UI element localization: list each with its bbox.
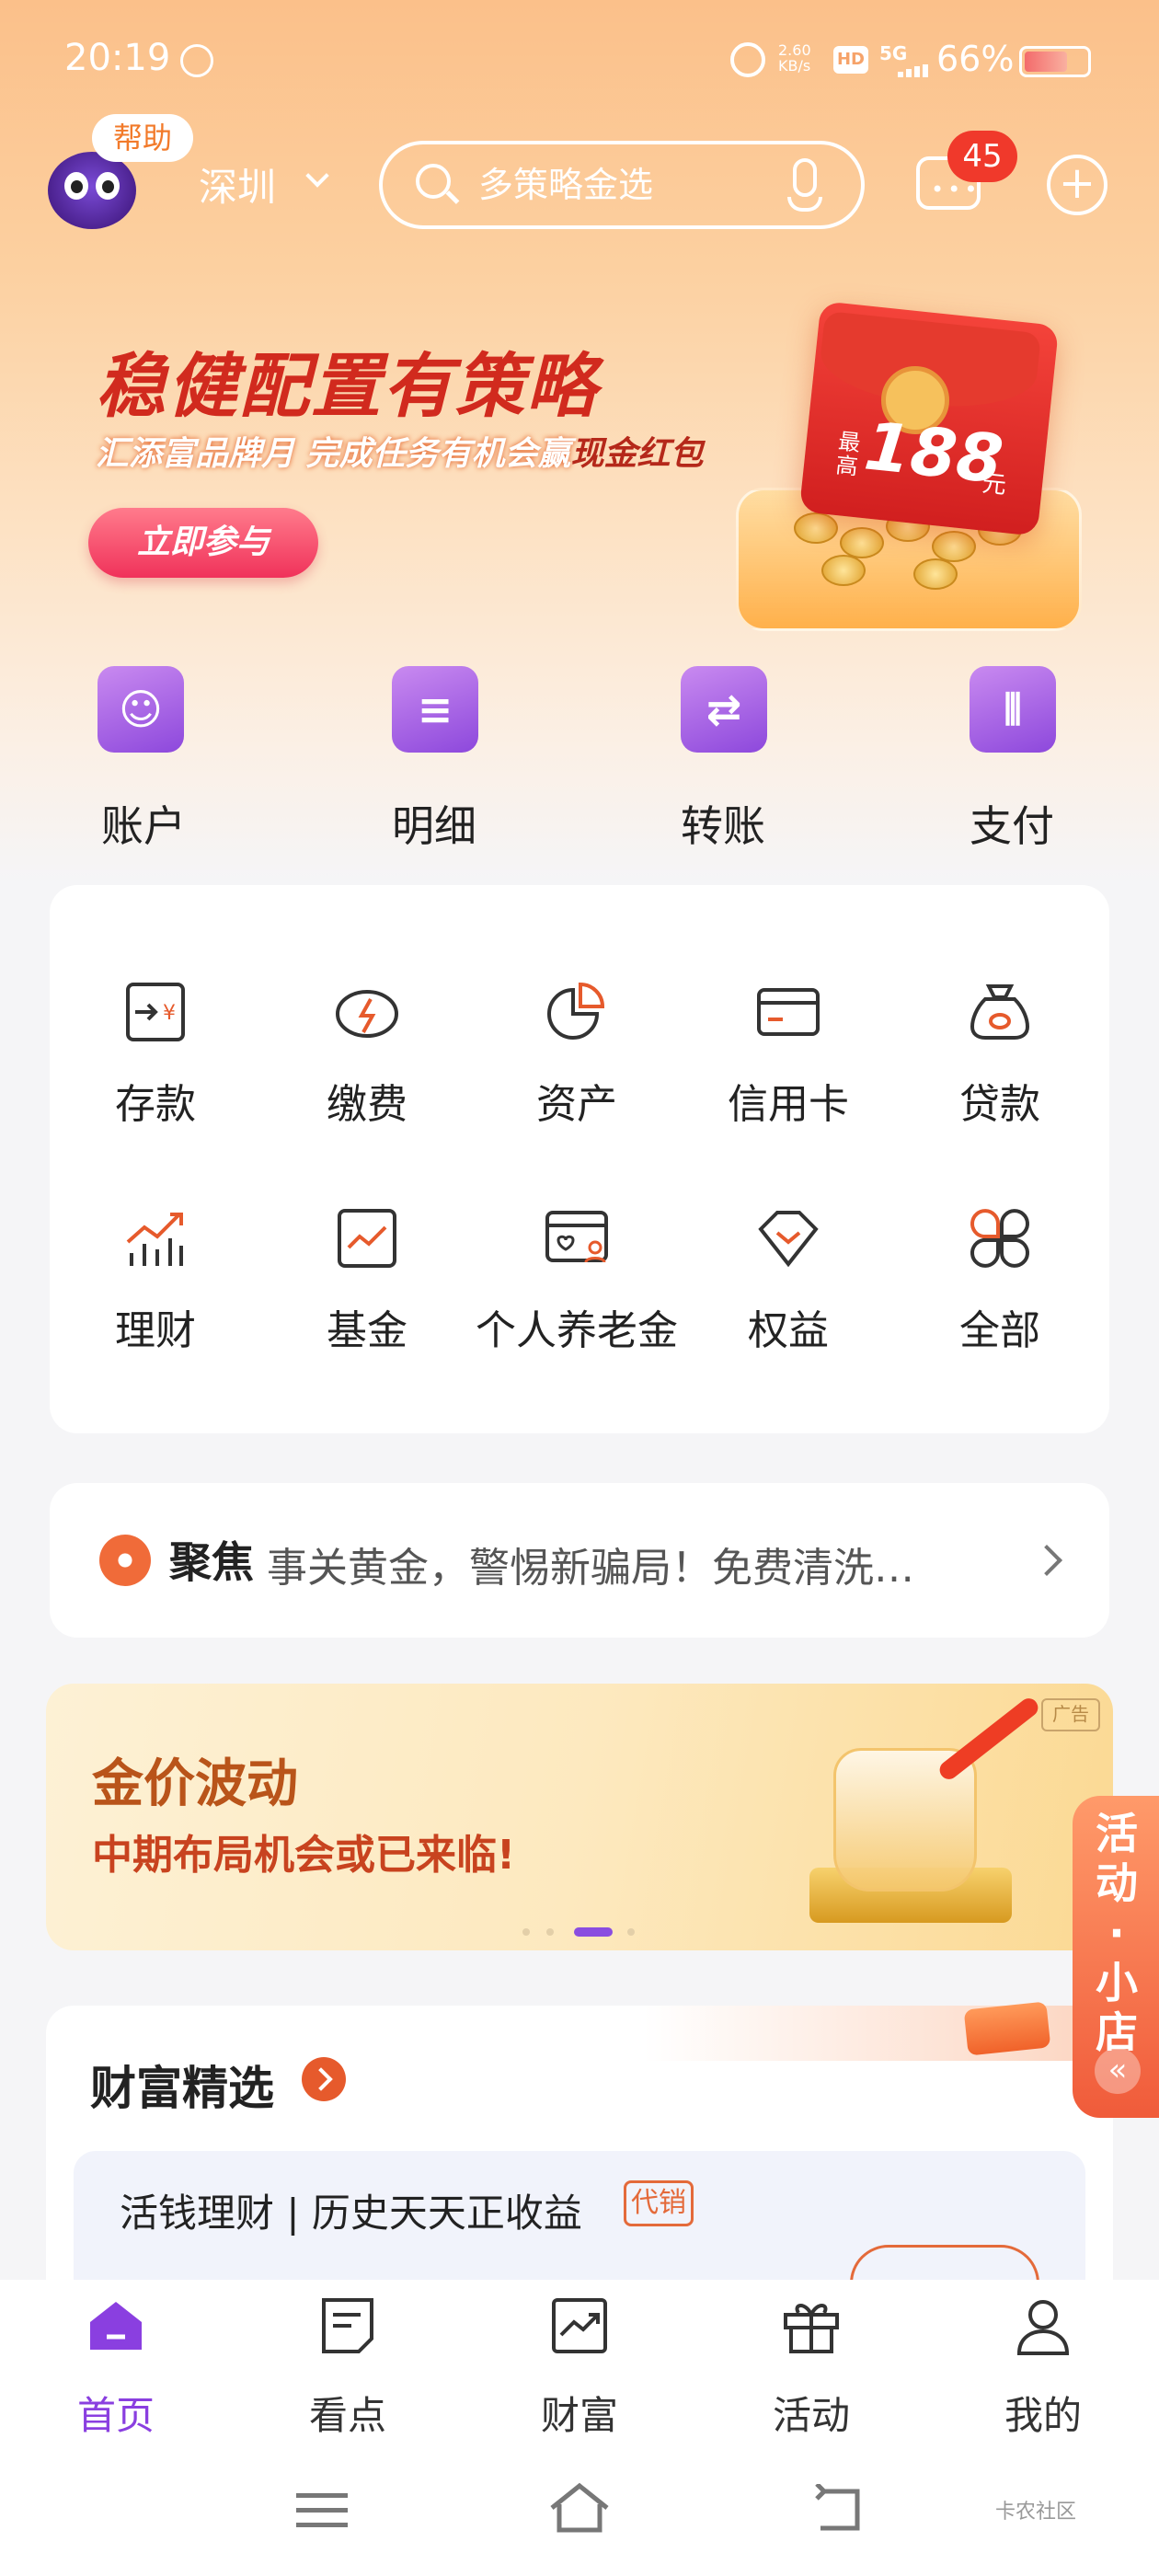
nav-profile[interactable]: 我的 xyxy=(970,2294,1117,2442)
nav-label: 活动 xyxy=(772,2393,850,2438)
arrow-right-icon[interactable] xyxy=(302,2057,346,2101)
details-calendar-icon[interactable]: ≡ xyxy=(392,666,478,753)
alarm-icon xyxy=(730,42,765,77)
city-selector[interactable]: 深圳 xyxy=(199,156,276,213)
battery-percent: 66% xyxy=(936,39,1015,79)
service-credit-card[interactable]: 信用卡 xyxy=(683,979,894,1181)
community-watermark: 卡农社区 xyxy=(995,2501,1077,2524)
bill-pay-icon xyxy=(336,990,398,1038)
carousel-dot[interactable] xyxy=(522,1928,530,1936)
carousel-dot[interactable] xyxy=(546,1928,554,1936)
pay-icon[interactable]: ⫴ xyxy=(970,666,1056,753)
quick-action-details[interactable]: 明细 xyxy=(342,793,526,854)
banner-title: 稳健配置有策略 xyxy=(96,345,598,427)
nav-label: 看点 xyxy=(308,2393,386,2438)
message-count-badge: 45 xyxy=(947,131,1017,182)
signal-icon xyxy=(879,64,928,77)
focus-headline[interactable]: 事关黄金，警惕新骗局！免费清洗… xyxy=(267,1535,993,1593)
product-tag: 代销 xyxy=(624,2180,694,2226)
gift-icon xyxy=(784,2304,839,2353)
nav-wealth[interactable]: 财富 xyxy=(506,2294,653,2442)
carousel-dot[interactable] xyxy=(627,1928,635,1936)
service-label: 权益 xyxy=(748,1307,829,1354)
gold-ad-subtitle: 中期布局机会或已来临! xyxy=(92,1832,516,1879)
service-wealth-management[interactable]: 理财 xyxy=(50,1205,261,1408)
nav-news[interactable]: 看点 xyxy=(274,2294,421,2442)
focus-target-icon xyxy=(99,1535,151,1586)
wealth-trend-icon xyxy=(552,2298,607,2353)
product-title: 活钱理财 | 历史天天正收益 xyxy=(120,2191,582,2236)
service-label: 存款 xyxy=(115,1081,196,1128)
activity-shop-label: 活动·小店 xyxy=(1096,1809,1138,2057)
status-time: 20:19 xyxy=(64,37,171,79)
news-icon xyxy=(322,2298,373,2353)
service-loan[interactable]: 贷款 xyxy=(894,979,1106,1181)
wealth-chart-icon xyxy=(126,1213,183,1266)
profile-icon xyxy=(1016,2300,1070,2355)
service-bill-pay[interactable]: 缴费 xyxy=(261,979,473,1181)
hd-badge: HD xyxy=(833,46,868,74)
service-label: 全部 xyxy=(959,1307,1040,1354)
service-label: 基金 xyxy=(327,1307,407,1354)
focus-label: 聚焦 xyxy=(169,1537,254,1587)
coin-tag-illustration xyxy=(963,2001,1051,2056)
red-packet-unit: 元 xyxy=(981,469,1008,500)
loan-bag-icon xyxy=(970,984,1030,1040)
carousel-dot-active[interactable] xyxy=(574,1927,613,1937)
home-icon xyxy=(90,2302,142,2350)
assets-pie-icon xyxy=(547,982,605,1040)
quick-action-account[interactable]: 账户 xyxy=(52,793,235,854)
service-label: 信用卡 xyxy=(728,1081,849,1128)
service-label: 缴费 xyxy=(327,1081,407,1128)
add-icon[interactable]: + xyxy=(1047,155,1107,215)
quick-action-pay[interactable]: 支付 xyxy=(920,793,1104,854)
nav-label: 我的 xyxy=(1004,2393,1082,2438)
join-now-button[interactable]: 立即参与 xyxy=(88,508,318,578)
service-benefits[interactable]: 权益 xyxy=(683,1205,894,1408)
banner-subtitle: 汇添富品牌月 完成任务有机会赢现金红包 xyxy=(96,435,704,473)
network-type: 5G xyxy=(879,42,908,64)
help-button[interactable]: 帮助 xyxy=(92,114,193,162)
deposit-icon: ¥ xyxy=(126,983,185,1041)
benefits-diamond-icon xyxy=(758,1211,819,1268)
quick-action-transfer[interactable]: 转账 xyxy=(631,793,815,854)
nav-label: 首页 xyxy=(76,2393,155,2438)
wealth-section-title[interactable]: 财富精选 xyxy=(90,2052,274,2118)
service-pension[interactable]: 个人养老金 xyxy=(471,1205,683,1408)
service-fund[interactable]: 基金 xyxy=(261,1205,473,1408)
service-label: 贷款 xyxy=(959,1081,1040,1128)
mascot-avatar[interactable] xyxy=(48,152,136,229)
back-icon[interactable] xyxy=(811,2484,866,2536)
svg-text:¥: ¥ xyxy=(163,1002,176,1025)
account-icon[interactable]: ☺ xyxy=(98,666,184,753)
app-status-icon xyxy=(180,44,213,77)
ad-label: 广告 xyxy=(1041,1698,1100,1731)
credit-card-icon xyxy=(757,988,820,1036)
nav-label: 财富 xyxy=(540,2393,618,2438)
menu-icon[interactable] xyxy=(296,2488,348,2534)
microphone-icon[interactable] xyxy=(793,158,817,197)
search-placeholder[interactable]: 多策略金选 xyxy=(478,156,653,207)
all-grid-icon xyxy=(970,1209,1029,1268)
transfer-icon[interactable]: ⇄ xyxy=(681,666,767,753)
home-system-icon[interactable] xyxy=(546,2480,613,2536)
collapse-icon[interactable]: « xyxy=(1095,2048,1141,2094)
service-label: 个人养老金 xyxy=(476,1307,678,1354)
service-assets[interactable]: 资产 xyxy=(471,979,683,1181)
fund-icon xyxy=(338,1209,396,1268)
net-speed: 2.60 KB/s xyxy=(778,41,811,75)
service-deposit[interactable]: ¥ 存款 xyxy=(50,979,261,1181)
nav-activity[interactable]: 活动 xyxy=(738,2294,885,2442)
service-label: 资产 xyxy=(536,1081,617,1128)
service-all[interactable]: 全部 xyxy=(894,1205,1106,1408)
service-label: 理财 xyxy=(115,1307,196,1354)
battery-icon xyxy=(1019,46,1091,77)
nav-home[interactable]: 首页 xyxy=(42,2294,189,2442)
pension-icon xyxy=(545,1211,608,1263)
gold-ad-title: 金价波动 xyxy=(92,1754,298,1814)
